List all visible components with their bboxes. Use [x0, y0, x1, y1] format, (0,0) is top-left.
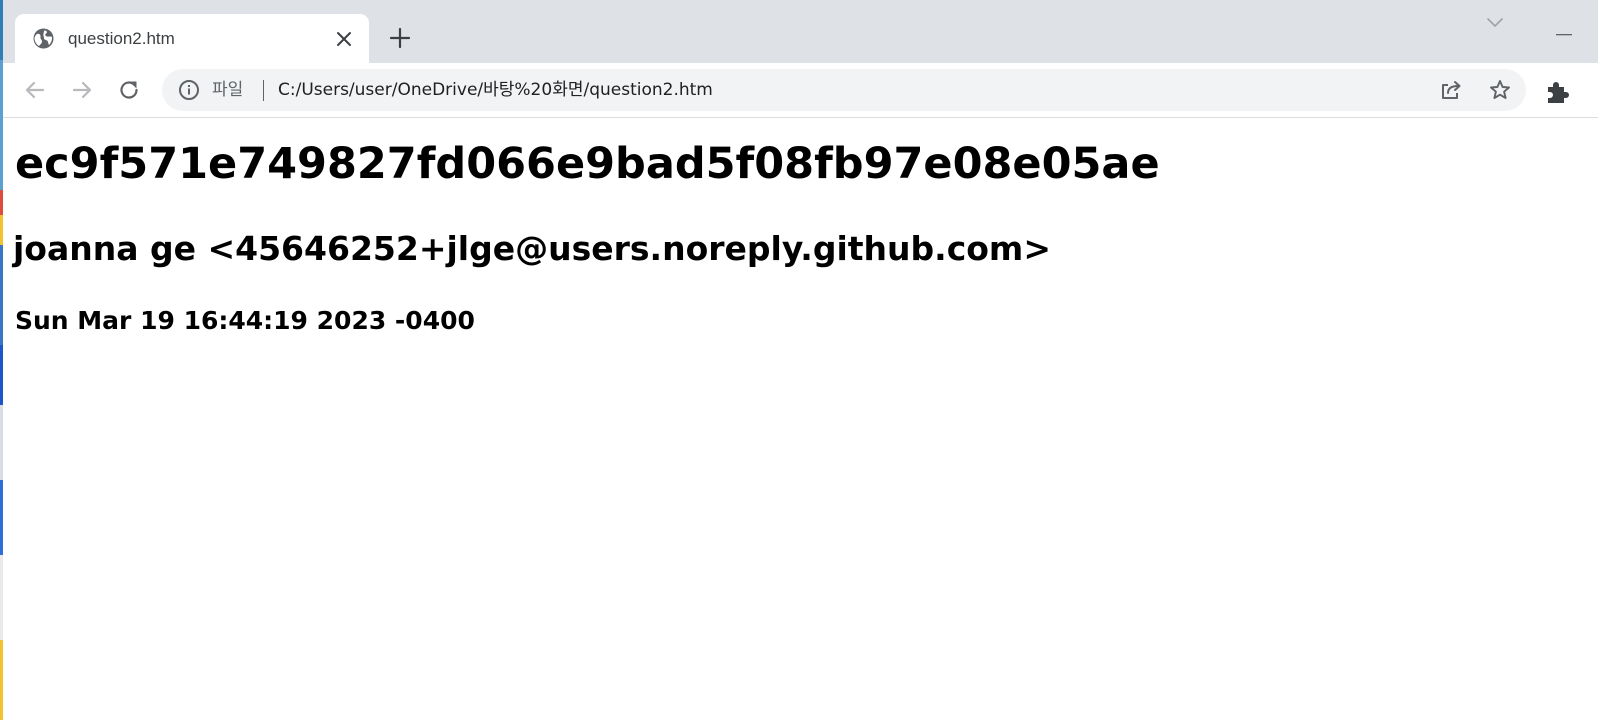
reload-button[interactable] [115, 76, 143, 104]
arrow-left-icon [25, 81, 45, 99]
address-bar[interactable]: 파일 C:/Users/user/OneDrive/바탕%20화면/questi… [162, 69, 1526, 111]
scheme-separator [263, 80, 264, 101]
share-button[interactable] [1439, 78, 1463, 102]
browser-toolbar: 파일 C:/Users/user/OneDrive/바탕%20화면/questi… [0, 63, 1598, 118]
browser-window: question2.htm 파일 C:/Users/user/OneDrive/… [0, 0, 1598, 720]
star-icon [1490, 80, 1510, 99]
tab-title: question2.htm [68, 29, 175, 48]
url-text[interactable]: C:/Users/user/OneDrive/바탕%20화면/question2… [278, 78, 713, 102]
page-content: ec9f571e749827fd066e9bad5f08fb97e08e05ae… [0, 118, 1598, 720]
minimize-icon[interactable] [1556, 21, 1598, 36]
close-icon[interactable] [333, 28, 355, 50]
tab-search-button[interactable] [1484, 13, 1506, 33]
tab-strip: question2.htm [0, 0, 1598, 63]
commit-hash-heading: ec9f571e749827fd066e9bad5f08fb97e08e05ae [15, 139, 1160, 189]
globe-icon [33, 28, 54, 49]
bookmark-button[interactable] [1488, 78, 1512, 102]
chevron-down-icon [1487, 18, 1503, 27]
plus-icon [389, 27, 411, 49]
active-tab[interactable]: question2.htm [15, 14, 369, 63]
new-tab-button[interactable] [388, 26, 412, 50]
puzzle-icon [1548, 82, 1569, 103]
desktop-background-strip [0, 0, 3, 720]
forward-button[interactable] [68, 76, 96, 104]
info-icon[interactable] [178, 79, 200, 101]
reload-icon [120, 81, 138, 99]
back-button[interactable] [21, 76, 49, 104]
commit-author-heading: joanna ge <45646252+jlge@users.noreply.g… [13, 229, 1051, 268]
share-icon [1442, 81, 1461, 99]
arrow-right-icon [72, 81, 92, 99]
scheme-label: 파일 [212, 80, 244, 100]
commit-date-heading: Sun Mar 19 16:44:19 2023 -0400 [15, 306, 475, 335]
extensions-button[interactable] [1544, 78, 1570, 104]
